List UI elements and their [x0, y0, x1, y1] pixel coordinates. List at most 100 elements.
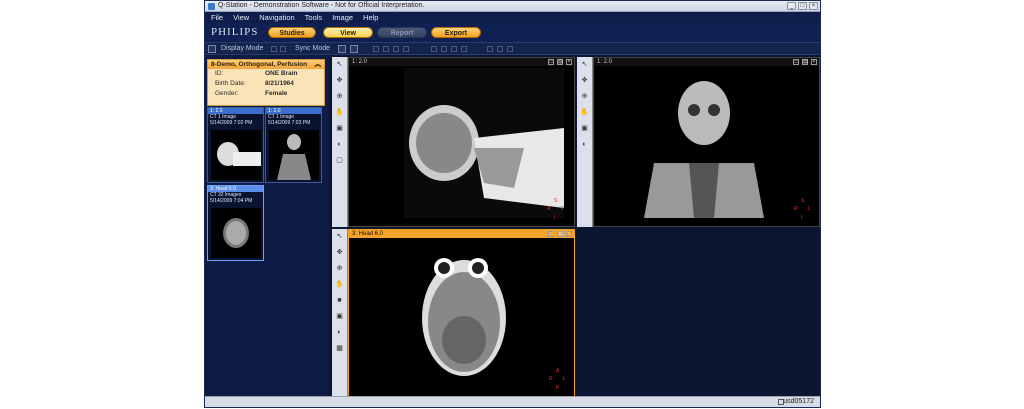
window-level-icon[interactable]: ▣ [335, 124, 345, 133]
series-thumbnail[interactable]: 3: Head 6.0 CT 32 Images 5/14/2009 7:04 … [207, 185, 264, 261]
birth-date: 8/21/1964 [265, 80, 294, 87]
viewport-axial[interactable]: 3: Head 6.0 ▭ ▤ × A R L P [348, 229, 575, 397]
pointer-icon[interactable]: ↖ [335, 232, 345, 241]
study-panel: 8-Demo, Orthogonal, Perfusion ︽ ID: ONE B… [205, 55, 329, 397]
sync-mode-dropdown[interactable]: Sync Mode [295, 45, 330, 52]
series-date: 5/14/2009 7:02 PM [210, 120, 253, 126]
patient-card-header: 8-Demo, Orthogonal, Perfusion ︽ [208, 60, 324, 69]
contrast-icon[interactable]: ◐ [580, 140, 590, 149]
window-level-icon[interactable]: ▣ [580, 124, 590, 133]
hand-icon[interactable]: ✋ [580, 108, 590, 117]
patient-card[interactable]: 8-Demo, Orthogonal, Perfusion ︽ ID: ONE B… [207, 59, 325, 106]
calendar-icon[interactable]: ▦ [335, 344, 345, 353]
step-icon[interactable] [393, 46, 399, 52]
grid-icon[interactable] [271, 46, 277, 52]
play-icon[interactable] [373, 46, 379, 52]
pan-icon[interactable]: ✥ [335, 248, 345, 257]
sagittal-thumbnail-image [211, 130, 261, 180]
application-window: Q-Station - Demonstration Software - Not… [204, 0, 821, 408]
hand-icon[interactable]: ✋ [335, 108, 345, 117]
step-icon[interactable] [403, 46, 409, 52]
layout-icon[interactable]: ▤ [557, 59, 563, 65]
viewport-coronal[interactable]: 1: 2.0 ▭ ▤ × S R L I [593, 57, 820, 227]
menu-image[interactable]: Image [332, 13, 353, 22]
orientation-marker: A [556, 368, 560, 374]
zoom-icon[interactable]: ⊕ [580, 92, 590, 101]
rotate-icon[interactable] [461, 46, 467, 52]
close-icon[interactable]: × [811, 59, 817, 65]
orientation-marker: P [561, 206, 565, 212]
status-bar: usd05172 [205, 396, 820, 407]
maximize-button[interactable]: □ [798, 2, 807, 10]
contrast-icon[interactable]: ◐ [335, 328, 345, 337]
collapse-icon[interactable]: ︽ [315, 60, 322, 69]
maximize-icon[interactable]: ▭ [793, 59, 799, 65]
contrast-icon[interactable]: ◐ [335, 140, 345, 149]
menu-navigation[interactable]: Navigation [259, 13, 294, 22]
zoom-icon[interactable] [497, 46, 503, 52]
viewport-sagittal[interactable]: 1: 2.0 ▭ ▤ × S A P I [348, 57, 575, 227]
patient-id: ONE Brain [265, 70, 298, 77]
layout-icon[interactable]: ▤ [557, 231, 563, 237]
view-button[interactable]: View [323, 27, 373, 38]
menu-view[interactable]: View [233, 13, 249, 22]
window-level-icon[interactable]: ▣ [335, 312, 345, 321]
grid-icon[interactable] [280, 46, 286, 52]
orientation-marker: S [801, 198, 805, 204]
orientation-marker: L [808, 206, 811, 212]
orientation-marker: I [554, 215, 556, 221]
orientation-marker: L [563, 376, 566, 382]
display-mode-dropdown[interactable]: Display Mode [221, 45, 263, 52]
filter-icon[interactable] [338, 45, 346, 53]
zoom-icon[interactable]: ⊕ [335, 92, 345, 101]
gender-label: Gender: [215, 90, 239, 97]
menu-file[interactable]: File [211, 13, 223, 22]
series-date: 5/14/2009 7:03 PM [268, 120, 311, 126]
series-thumbnail[interactable]: 1: 2.0 CT 1 Image 5/14/2009 7:03 PM [265, 107, 322, 183]
zoom-icon[interactable] [487, 46, 493, 52]
studies-button[interactable]: Studies [268, 27, 316, 38]
close-icon[interactable]: × [566, 59, 572, 65]
viewport-toolbar: ↖ ✥ ⊕ ✋ ■ ▣ ◐ ▦ [332, 229, 348, 397]
flip-icon[interactable] [451, 46, 457, 52]
viewport-label: 1: 2.0 [349, 58, 574, 66]
birth-date-label: Birth Date: [215, 80, 246, 87]
flip-icon[interactable] [441, 46, 447, 52]
axial-thumbnail-image [211, 208, 261, 258]
philips-logo: PHILIPS [211, 26, 259, 38]
zoom-icon[interactable] [507, 46, 513, 52]
save-icon[interactable]: ▢ [335, 156, 345, 165]
close-icon[interactable]: × [566, 231, 572, 237]
orientation-marker: I [801, 215, 803, 221]
funnel-icon[interactable] [350, 45, 358, 53]
minimize-button[interactable]: _ [787, 2, 796, 10]
hand-icon[interactable]: ✋ [335, 280, 345, 289]
orientation-marker: R [794, 206, 798, 212]
app-icon [208, 3, 215, 10]
menu-tools[interactable]: Tools [305, 13, 323, 22]
gender: Female [265, 90, 288, 97]
pan-icon[interactable]: ✥ [580, 76, 590, 85]
coronal-thumbnail-image [269, 130, 319, 180]
maximize-icon[interactable]: ▭ [548, 59, 554, 65]
pan-icon[interactable]: ✥ [335, 76, 345, 85]
report-button[interactable]: Report [377, 27, 427, 38]
pointer-icon[interactable]: ↖ [335, 60, 345, 69]
rotate-icon[interactable] [431, 46, 437, 52]
pointer-icon[interactable]: ↖ [580, 60, 590, 69]
layout-icon[interactable]: ▤ [802, 59, 808, 65]
sagittal-ct-image [404, 68, 564, 218]
orientation-marker: R [549, 376, 553, 382]
layout-icon[interactable] [208, 45, 216, 53]
menu-help[interactable]: Help [363, 13, 378, 22]
export-button[interactable]: Export [431, 27, 481, 38]
close-button[interactable]: × [809, 2, 818, 10]
maximize-icon[interactable]: ▭ [548, 231, 554, 237]
coronal-ct-image [644, 81, 764, 218]
toolbar: Display Mode Sync Mode [205, 42, 820, 55]
color-map-icon[interactable]: ■ [335, 296, 345, 305]
viewport-toolbar: ↖ ✥ ⊕ ✋ ▣ ◐ ▢ [332, 57, 348, 227]
zoom-icon[interactable]: ⊕ [335, 264, 345, 273]
step-icon[interactable] [383, 46, 389, 52]
series-thumbnail[interactable]: 1: 2.0 CT 1 Image 5/14/2009 7:02 PM [207, 107, 264, 183]
